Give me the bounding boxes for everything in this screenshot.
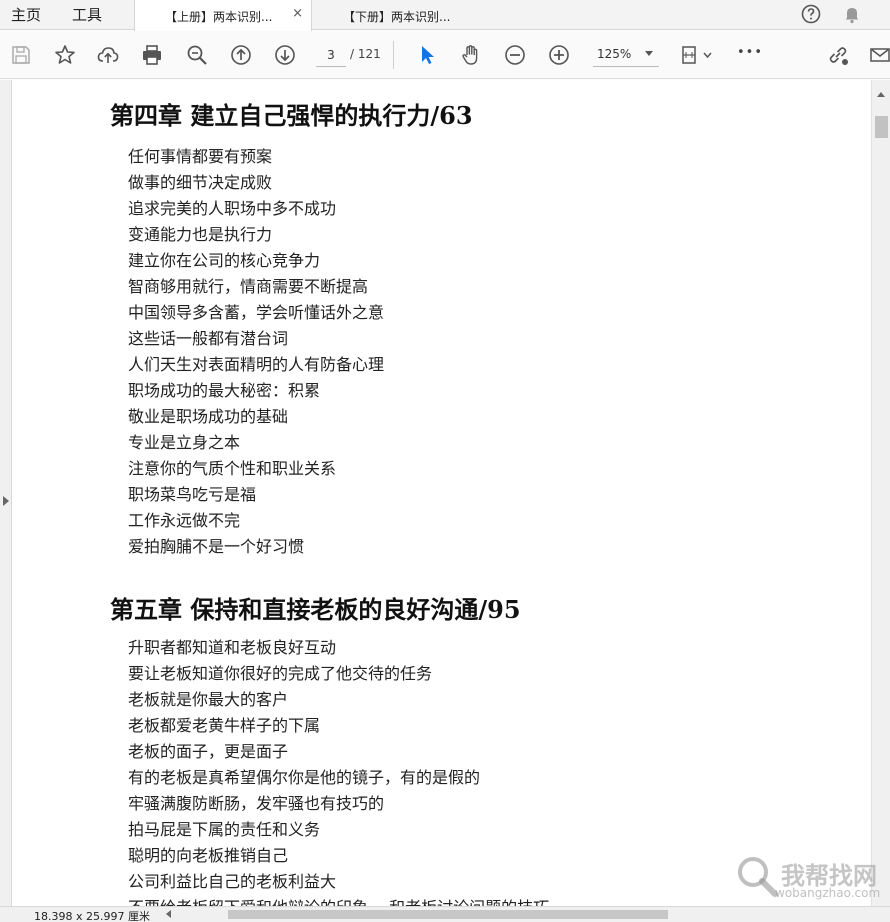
- list-item: 做事的细节决定成败: [128, 173, 273, 192]
- page-number-input[interactable]: [316, 43, 346, 67]
- document-page: 第四章 建立自己强悍的执行力/63 任何事情都要有预案 做事的细节决定成败追求完美…: [13, 80, 871, 906]
- list-item: 专业是立身之本: [128, 433, 241, 452]
- tab-label: 【下册】两本识别...: [343, 10, 451, 24]
- save-icon[interactable]: [9, 43, 33, 67]
- list-item: 聪明的向老板推销自己: [128, 846, 289, 865]
- zoom-search-icon[interactable]: [185, 43, 209, 67]
- list-item: 不要给老板留下爱和他辩论的印象， 和老板讨论问题的技巧: [128, 895, 549, 906]
- chevron-right-icon: [3, 496, 9, 506]
- list-item: 工作永远做不完: [128, 511, 241, 530]
- hand-tool-icon[interactable]: [459, 43, 483, 67]
- list-item: 职场成功的最大秘密：积累: [128, 381, 321, 400]
- page-dimensions: 18.398 x 25.997 厘米: [34, 910, 150, 922]
- watermark-logo: 我帮找网 wobangzhao.com: [735, 852, 885, 904]
- zoom-in-icon[interactable]: [547, 43, 571, 67]
- chevron-down-icon: [645, 51, 653, 56]
- list-item: 任何事情都要有预案: [128, 147, 273, 166]
- close-icon[interactable]: ×: [292, 6, 303, 21]
- scroll-left-icon[interactable]: [166, 910, 171, 918]
- share-link-icon[interactable]: [826, 43, 850, 67]
- email-icon[interactable]: [868, 43, 890, 67]
- list-item: 公司利益比自己的老板利益大: [128, 872, 337, 891]
- toolbar-separator: [393, 41, 394, 69]
- menu-home[interactable]: 主页: [11, 4, 41, 25]
- list-item: 有的老板是真希望偶尔你是他的镜子，有的是假的: [128, 768, 481, 787]
- help-icon[interactable]: [801, 4, 821, 24]
- more-options-icon[interactable]: •••: [737, 45, 763, 60]
- chapter-title: 第五章 保持和直接老板的良好沟通/95: [110, 595, 521, 624]
- fit-page-icon[interactable]: [680, 43, 716, 67]
- list-item: 拍马屁是下属的责任和义务: [128, 820, 321, 839]
- list-item: 牢骚满腹防断肠，发牢骚也有技巧的: [128, 794, 385, 813]
- zoom-out-icon[interactable]: [503, 43, 527, 67]
- arrow-up-circle-icon[interactable]: [229, 43, 253, 67]
- tab-document-1[interactable]: 【上册】两本识别... ×: [134, 0, 312, 31]
- list-item: 爱拍胸脯不是一个好习惯: [128, 537, 305, 556]
- list-item: 升职者都知道和老板良好互动: [128, 638, 337, 657]
- list-item: 要让老板知道你很好的完成了他交待的任务: [128, 664, 433, 683]
- list-item: 智商够用就行，情商需要不断提高: [128, 277, 369, 296]
- scroll-thumb[interactable]: [228, 910, 668, 919]
- list-item: 老板都爱老黄牛样子的下属: [128, 716, 321, 735]
- scroll-thumb[interactable]: [875, 116, 888, 138]
- arrow-down-circle-icon[interactable]: [273, 43, 297, 67]
- list-item: 老板的面子，更是面子: [128, 742, 289, 761]
- left-panel-toggle[interactable]: [0, 80, 12, 906]
- tab-document-2[interactable]: 【下册】两本识别...: [313, 0, 491, 30]
- star-icon[interactable]: [53, 43, 77, 67]
- tab-bar: 主页 工具 【上册】两本识别... × 【下册】两本识别...: [0, 0, 890, 31]
- toolbar: / 121 125% •••: [0, 31, 890, 79]
- list-item: 老板就是你最大的客户: [128, 690, 289, 709]
- zoom-level-value: 125%: [597, 47, 632, 61]
- print-icon[interactable]: [140, 43, 164, 67]
- status-bar: 18.398 x 25.997 厘米: [0, 906, 890, 922]
- horizontal-scrollbar[interactable]: [160, 907, 870, 922]
- chapter-item-list: 升职者都知道和老板良好互动要让老板知道你很好的完成了他交待的任务 老板就是你最大的…: [128, 635, 549, 906]
- vertical-scrollbar[interactable]: [871, 80, 890, 906]
- list-item: 变通能力也是执行力: [128, 225, 273, 244]
- chapter-title: 第四章 建立自己强悍的执行力/63: [110, 101, 473, 130]
- notification-bell-icon[interactable]: [842, 4, 862, 24]
- zoom-level-dropdown[interactable]: 125%: [593, 43, 659, 67]
- list-item: 职场菜鸟吃亏是福: [128, 485, 257, 504]
- magnifier-logo-icon: [738, 857, 778, 897]
- select-pointer-icon[interactable]: [416, 43, 440, 67]
- list-item: 建立你在公司的核心竞争力: [128, 251, 321, 270]
- list-item: 追求完美的人职场中多不成功: [128, 199, 337, 218]
- list-item: 敬业是职场成功的基础: [128, 407, 289, 426]
- scroll-up-icon[interactable]: [877, 92, 885, 97]
- list-item: 这些话一般都有潜台词: [128, 329, 289, 348]
- cloud-upload-icon[interactable]: [96, 43, 120, 67]
- list-item: 人们天生对表面精明的人有防备心理: [128, 355, 385, 374]
- page-total: / 121: [350, 47, 381, 61]
- list-item: 注意你的气质个性和职业关系: [128, 459, 337, 478]
- watermark-url: wobangzhao.com: [775, 886, 881, 900]
- menu-tools[interactable]: 工具: [72, 4, 102, 25]
- chapter-item-list: 任何事情都要有预案 做事的细节决定成败追求完美的人职场中多不成功 变通能力也是执行力…: [128, 144, 384, 560]
- tab-label: 【上册】两本识别...: [165, 10, 273, 24]
- list-item: 中国领导多含蓄，学会听懂话外之意: [128, 303, 385, 322]
